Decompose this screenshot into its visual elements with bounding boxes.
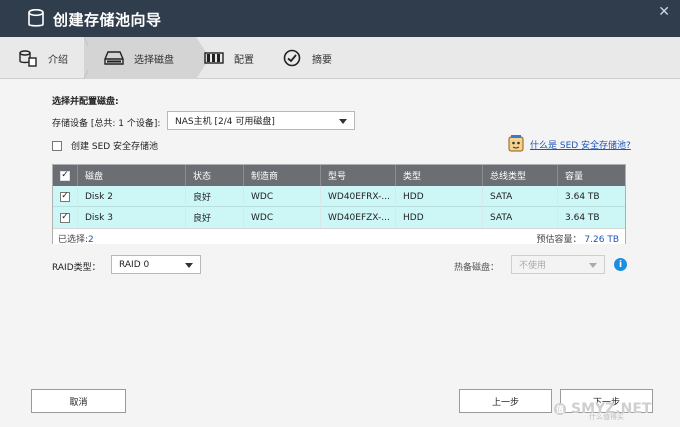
previous-button[interactable]: 上一步 bbox=[459, 389, 552, 413]
step-intro: 介绍 bbox=[18, 37, 88, 79]
row-checkbox[interactable] bbox=[60, 212, 70, 223]
storage-device-select[interactable]: NAS主机 [2/4 可用磁盘] bbox=[167, 111, 355, 130]
row-checkbox[interactable] bbox=[60, 191, 70, 202]
table-row[interactable]: Disk 2 良好 WDC WD40EFRX-... HDD SATA 3.64… bbox=[53, 186, 625, 207]
capacity-value: 7.26 TB bbox=[584, 235, 619, 245]
section-label: 选择并配置磁盘: bbox=[52, 97, 119, 107]
selected-number: 2 bbox=[88, 235, 94, 245]
sed-checkbox[interactable] bbox=[52, 140, 62, 151]
column-header[interactable]: 型号 bbox=[321, 165, 396, 186]
step-configure: 配置 bbox=[196, 37, 276, 79]
sed-checkbox-row[interactable]: 创建 SED 安全存储池 bbox=[52, 139, 158, 152]
chevron-down-icon bbox=[589, 263, 597, 268]
hot-spare-select[interactable]: 不使用 bbox=[511, 255, 605, 274]
disk-cell: Disk 2 bbox=[78, 186, 186, 207]
vendor-cell: WDC bbox=[244, 207, 321, 228]
info-icon[interactable]: i bbox=[614, 258, 627, 271]
close-icon[interactable]: ✕ bbox=[658, 4, 670, 20]
raid-type-label: RAID类型： bbox=[52, 263, 101, 273]
column-header[interactable]: 类型 bbox=[396, 165, 483, 186]
capacity-cell: 3.64 TB bbox=[565, 191, 600, 202]
row-check-cell[interactable] bbox=[53, 207, 78, 228]
window-title: 创建存储池向导 bbox=[53, 11, 162, 29]
status-cell: 良好 bbox=[186, 207, 244, 228]
sed-checkbox-label: 创建 SED 安全存储池 bbox=[71, 142, 159, 152]
sed-help-link-text[interactable]: 什么是 SED 安全存储池? bbox=[530, 138, 631, 151]
wizard-steps: 介绍 选择磁盘 配置 摘要 bbox=[0, 37, 680, 79]
disk-cell: Disk 3 bbox=[78, 207, 186, 228]
chevron-down-icon bbox=[339, 119, 347, 124]
column-header[interactable]: 制造商 bbox=[244, 165, 321, 186]
row-check-cell[interactable] bbox=[53, 186, 78, 207]
sed-help-link[interactable]: 什么是 SED 安全存储池? bbox=[506, 134, 631, 154]
checkmark-circle-icon bbox=[282, 48, 302, 68]
svg-text:值: 值 bbox=[556, 404, 564, 414]
disks-icon bbox=[18, 48, 38, 68]
column-header[interactable]: 磁盘 bbox=[78, 165, 186, 186]
column-header[interactable]: 容量 bbox=[558, 165, 625, 186]
model-cell: WD40EFZX-... bbox=[321, 207, 396, 228]
step-summary: 摘要 bbox=[276, 37, 376, 79]
selected-value: RAID 0 bbox=[119, 259, 150, 270]
step-label: 配置 bbox=[234, 54, 254, 66]
table-header: 磁盘 状态 制造商 型号 类型 总线类型 容量 bbox=[53, 165, 625, 186]
table-row[interactable]: Disk 3 良好 WDC WD40EFZX-... HDD SATA 3.64… bbox=[53, 207, 625, 228]
table-footer: 已选择:2 预估容量： 7.26 TB bbox=[53, 228, 625, 245]
capacity-cell: 3.64 TB bbox=[565, 212, 600, 223]
capacity-label: 预估容量： bbox=[536, 235, 582, 245]
device-label: 存储设备 [总共: 1 个设备]: bbox=[52, 119, 161, 129]
step-label: 摘要 bbox=[312, 54, 332, 66]
estimated-capacity: 预估容量： 7.26 TB bbox=[537, 232, 619, 245]
helper-avatar-icon bbox=[508, 135, 524, 152]
database-icon bbox=[28, 9, 44, 27]
title-bar: 创建存储池向导 ✕ bbox=[0, 0, 680, 37]
step-label: 选择磁盘 bbox=[134, 54, 174, 66]
selected-value: 不使用 bbox=[519, 261, 547, 271]
select-all-cell[interactable] bbox=[53, 165, 78, 186]
disk-tray-icon bbox=[104, 48, 124, 68]
disk-table: 磁盘 状态 制造商 型号 类型 总线类型 容量 Disk 2 良好 WDC WD… bbox=[52, 164, 626, 245]
hot-spare-label: 热备磁盘： bbox=[454, 263, 500, 273]
type-cell: HDD bbox=[396, 186, 483, 207]
bus-cell: SATA bbox=[483, 186, 558, 207]
type-cell: HDD bbox=[396, 207, 483, 228]
watermark-logo: 值 SMYZ.NET 什么值得买 bbox=[553, 397, 673, 421]
model-cell: WD40EFRX-... bbox=[321, 186, 396, 207]
column-header[interactable]: 状态 bbox=[186, 165, 244, 186]
selected-count: 已选择:2 bbox=[58, 232, 94, 245]
step-label: 介绍 bbox=[48, 54, 68, 66]
chevron-down-icon bbox=[185, 263, 193, 268]
watermark-sub: 什么值得买 bbox=[589, 413, 624, 421]
selected-value: NAS主机 [2/4 可用磁盘] bbox=[175, 117, 275, 127]
step-select-disks: 选择磁盘 bbox=[88, 37, 196, 79]
raid-type-select[interactable]: RAID 0 bbox=[111, 255, 201, 274]
column-header[interactable]: 总线类型 bbox=[483, 165, 558, 186]
bus-cell: SATA bbox=[483, 207, 558, 228]
select-all-checkbox[interactable] bbox=[60, 170, 70, 181]
status-cell: 良好 bbox=[186, 186, 244, 207]
selected-label: 已选择: bbox=[58, 235, 89, 245]
watermark-icon: 值 bbox=[554, 403, 566, 415]
configure-icon bbox=[204, 48, 224, 68]
vendor-cell: WDC bbox=[244, 186, 321, 207]
cancel-button[interactable]: 取消 bbox=[31, 389, 126, 413]
